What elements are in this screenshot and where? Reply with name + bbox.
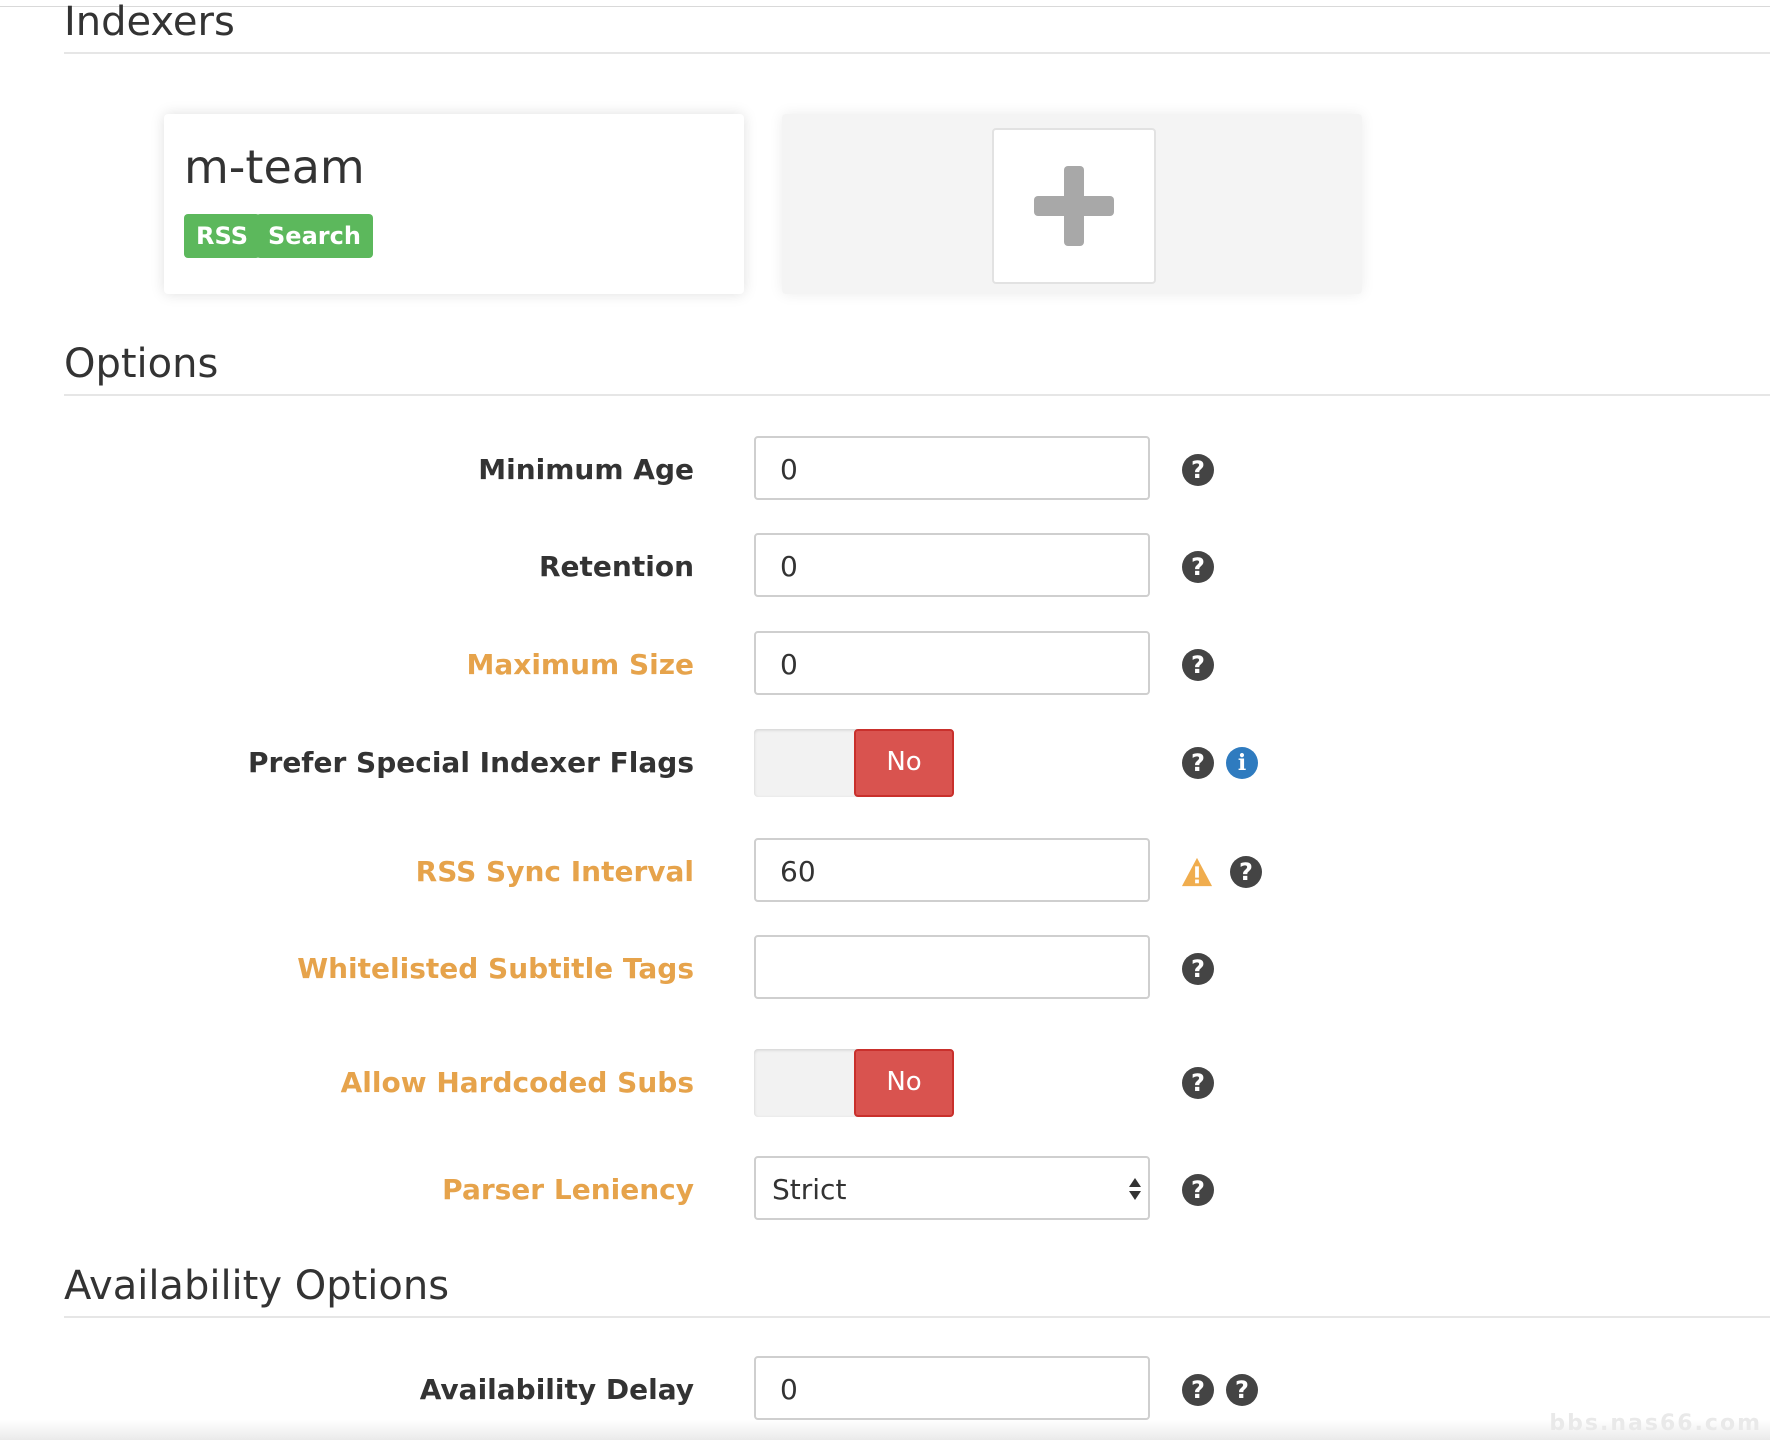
prefer-special-flags-label: Prefer Special Indexer Flags bbox=[247, 746, 694, 779]
add-indexer-button[interactable] bbox=[992, 128, 1156, 284]
availability-delay-label: Availability Delay bbox=[419, 1373, 694, 1406]
retention-row: Retention 0 ? bbox=[0, 533, 1770, 601]
help-icon[interactable]: ? bbox=[1182, 747, 1214, 779]
minimum-age-label: Minimum Age bbox=[478, 453, 694, 486]
help-icon[interactable]: ? bbox=[1230, 856, 1262, 888]
prefer-special-flags-toggle[interactable]: No bbox=[754, 729, 954, 797]
help-icon[interactable]: ? bbox=[1182, 953, 1214, 985]
retention-label: Retention bbox=[538, 550, 694, 583]
help-icon[interactable]: ? bbox=[1182, 649, 1214, 681]
maximum-size-input[interactable]: 0 bbox=[754, 631, 1150, 695]
bottom-shadow bbox=[0, 1420, 1770, 1440]
availability-section-divider bbox=[64, 1316, 1770, 1318]
options-section-title: Options bbox=[64, 341, 219, 387]
allow-hardcoded-subs-toggle[interactable]: No bbox=[754, 1049, 954, 1117]
options-section-divider bbox=[64, 394, 1770, 396]
minimum-age-row: Minimum Age 0 ? bbox=[0, 436, 1770, 504]
help-icon[interactable]: ? bbox=[1182, 1174, 1214, 1206]
maximum-size-row: Maximum Size 0 ? bbox=[0, 631, 1770, 699]
rss-badge: RSS bbox=[184, 214, 260, 258]
maximum-size-label: Maximum Size bbox=[466, 648, 695, 681]
availability-section-title: Availability Options bbox=[64, 1263, 450, 1309]
info-icon[interactable]: i bbox=[1226, 747, 1258, 779]
help-icon[interactable]: ? bbox=[1182, 551, 1214, 583]
whitelisted-subtitle-tags-row: Whitelisted Subtitle Tags ? bbox=[0, 935, 1770, 1003]
rss-sync-interval-label: RSS Sync Interval bbox=[415, 855, 694, 888]
indexer-card[interactable]: m-team RSS Search bbox=[164, 114, 744, 294]
rss-sync-interval-input[interactable]: 60 bbox=[754, 838, 1150, 902]
whitelisted-subtitle-tags-input[interactable] bbox=[754, 935, 1150, 999]
top-divider bbox=[0, 6, 1770, 7]
warning-icon[interactable] bbox=[1181, 856, 1213, 888]
toggle-no-state[interactable]: No bbox=[854, 1049, 954, 1117]
allow-hardcoded-subs-row: Allow Hardcoded Subs No ? bbox=[0, 1049, 1770, 1117]
toggle-no-state[interactable]: No bbox=[854, 729, 954, 797]
availability-delay-input[interactable]: 0 bbox=[754, 1356, 1150, 1420]
parser-leniency-row: Parser Leniency Strict ? bbox=[0, 1156, 1770, 1224]
parser-leniency-label: Parser Leniency bbox=[442, 1173, 694, 1206]
help-icon[interactable]: ? bbox=[1226, 1374, 1258, 1406]
indexers-section-divider bbox=[64, 52, 1770, 54]
parser-leniency-value: Strict bbox=[772, 1173, 847, 1206]
retention-input[interactable]: 0 bbox=[754, 533, 1150, 597]
indexer-name: m-team bbox=[184, 140, 365, 194]
select-arrows-icon bbox=[1129, 1178, 1141, 1200]
availability-delay-row: Availability Delay 0 ? ? bbox=[0, 1356, 1770, 1424]
help-icon[interactable]: ? bbox=[1182, 1374, 1214, 1406]
minimum-age-input[interactable]: 0 bbox=[754, 436, 1150, 500]
search-badge: Search bbox=[256, 214, 373, 258]
watermark: bbs.nas66.com bbox=[1549, 1411, 1762, 1436]
allow-hardcoded-subs-label: Allow Hardcoded Subs bbox=[340, 1066, 694, 1099]
prefer-special-flags-row: Prefer Special Indexer Flags No ? i bbox=[0, 729, 1770, 797]
rss-sync-interval-row: RSS Sync Interval 60 ? bbox=[0, 838, 1770, 906]
indexers-section-title: Indexers bbox=[64, 0, 235, 45]
parser-leniency-select[interactable]: Strict bbox=[754, 1156, 1150, 1220]
whitelisted-subtitle-tags-label: Whitelisted Subtitle Tags bbox=[297, 952, 694, 985]
add-indexer-card[interactable] bbox=[782, 114, 1362, 294]
help-icon[interactable]: ? bbox=[1182, 1067, 1214, 1099]
help-icon[interactable]: ? bbox=[1182, 454, 1214, 486]
